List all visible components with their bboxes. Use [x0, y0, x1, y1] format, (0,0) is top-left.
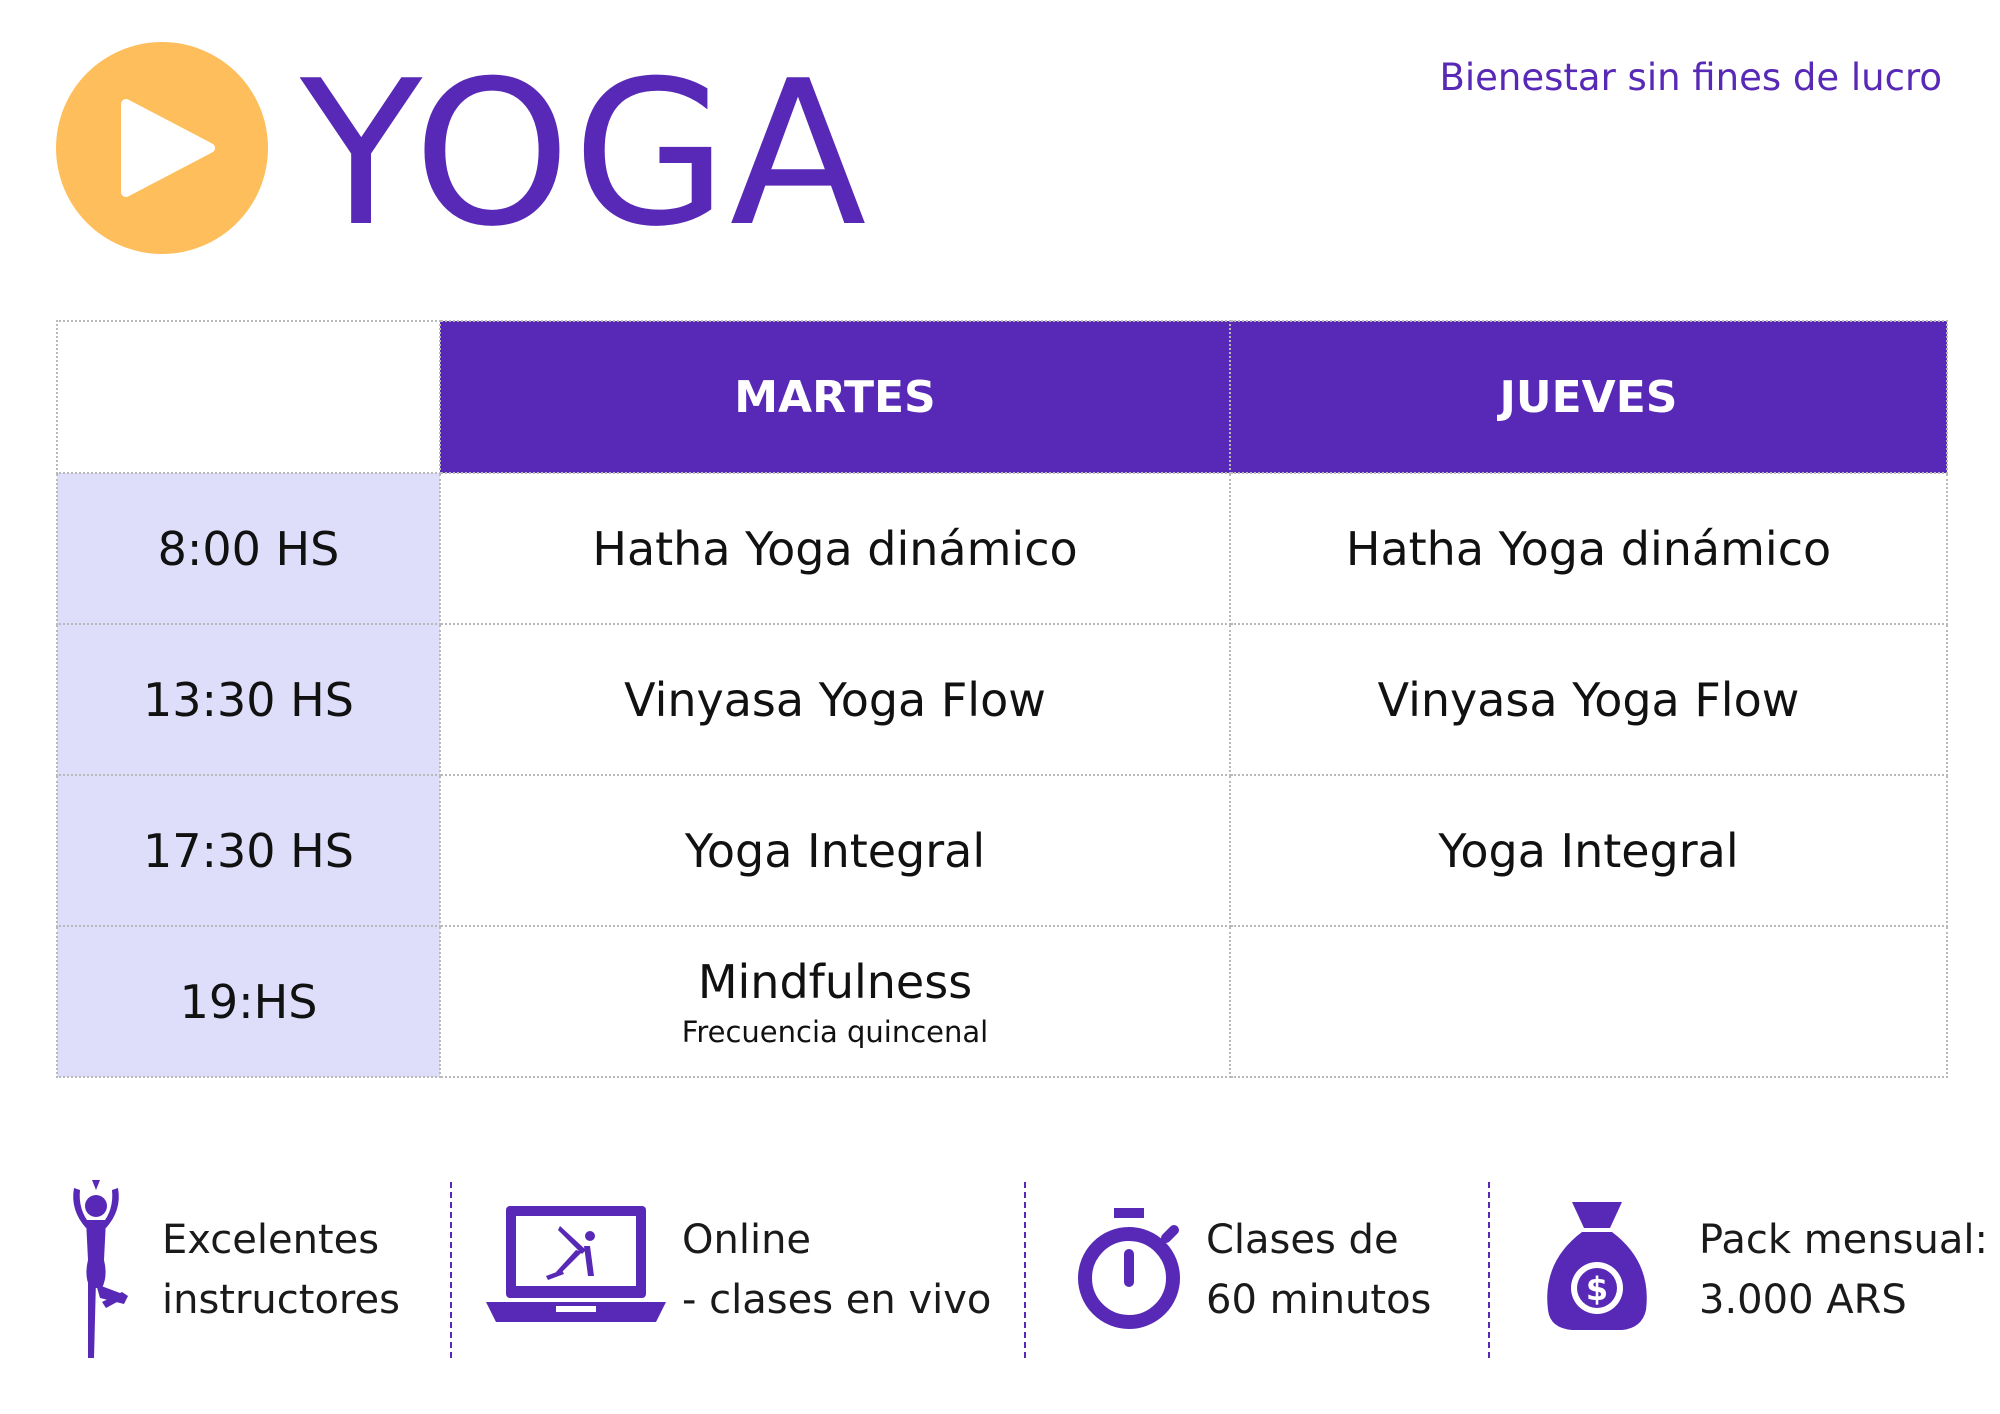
yoga-pose-icon	[73, 1180, 128, 1358]
page-title: YOGA	[300, 38, 869, 271]
laptop-yoga-icon	[486, 1206, 666, 1322]
feature-line: Pack mensual:	[1699, 1217, 1988, 1263]
features-bar: Excelentes instructores Online - clases …	[56, 1180, 1988, 1360]
feature-price: $ Pack mensual: 3.000 ARS	[1516, 1180, 1988, 1360]
table-row: 17:30 HS Yoga Integral Yoga Integral	[56, 774, 1948, 927]
class-cell: Yoga Integral	[1229, 774, 1948, 927]
feature-text: Online - clases en vivo	[682, 1210, 991, 1330]
feature-online: Online - clases en vivo	[486, 1180, 1046, 1360]
feature-text: Clases de 60 minutos	[1206, 1210, 1431, 1330]
day-header-martes: MARTES	[439, 320, 1231, 474]
time-cell: 17:30 HS	[56, 774, 441, 927]
class-cell: Mindfulness Frecuencia quincenal	[439, 925, 1231, 1078]
feature-line: 60 minutos	[1206, 1277, 1432, 1323]
table-row: 8:00 HS Hatha Yoga dinámico Hatha Yoga d…	[56, 472, 1948, 625]
feature-duration: Clases de 60 minutos	[1066, 1180, 1506, 1360]
feature-text: Pack mensual: 3.000 ARS	[1699, 1210, 1988, 1330]
class-note: Frecuencia quincenal	[681, 1014, 989, 1049]
feature-line: instructores	[162, 1277, 400, 1323]
feature-line: 3.000 ARS	[1699, 1277, 1907, 1323]
feature-text: Excelentes instructores	[162, 1210, 400, 1330]
play-icon	[121, 99, 215, 197]
logo	[56, 42, 268, 254]
time-cell: 13:30 HS	[56, 623, 441, 776]
class-name: Mindfulness	[697, 954, 973, 1009]
class-cell: Hatha Yoga dinámico	[1229, 472, 1948, 625]
feature-line: Online	[682, 1217, 812, 1263]
day-header-jueves: JUEVES	[1229, 320, 1948, 474]
table-row: 13:30 HS Vinyasa Yoga Flow Vinyasa Yoga …	[56, 623, 1948, 776]
corner-cell	[56, 320, 441, 474]
time-cell: 8:00 HS	[56, 472, 441, 625]
svg-text:$: $	[1586, 1270, 1608, 1308]
stopwatch-icon	[1078, 1208, 1180, 1329]
time-cell: 19:HS	[56, 925, 441, 1078]
class-cell: Vinyasa Yoga Flow	[1229, 623, 1948, 776]
feature-instructors: Excelentes instructores	[56, 1180, 446, 1360]
feature-line: Clases de	[1206, 1217, 1399, 1263]
tagline: Bienestar sin fines de lucro	[1439, 56, 1942, 99]
table-row: 19:HS Mindfulness Frecuencia quincenal	[56, 925, 1948, 1078]
class-cell-empty	[1229, 925, 1948, 1078]
schedule-table: MARTES JUEVES 8:00 HS Hatha Yoga dinámic…	[56, 320, 1948, 1078]
class-cell: Vinyasa Yoga Flow	[439, 623, 1231, 776]
header-row: MARTES JUEVES	[56, 320, 1948, 474]
money-bag-icon: $	[1547, 1202, 1647, 1330]
feature-line: Excelentes	[162, 1217, 380, 1263]
class-cell: Hatha Yoga dinámico	[439, 472, 1231, 625]
feature-line: - clases en vivo	[682, 1277, 992, 1323]
class-cell: Yoga Integral	[439, 774, 1231, 927]
